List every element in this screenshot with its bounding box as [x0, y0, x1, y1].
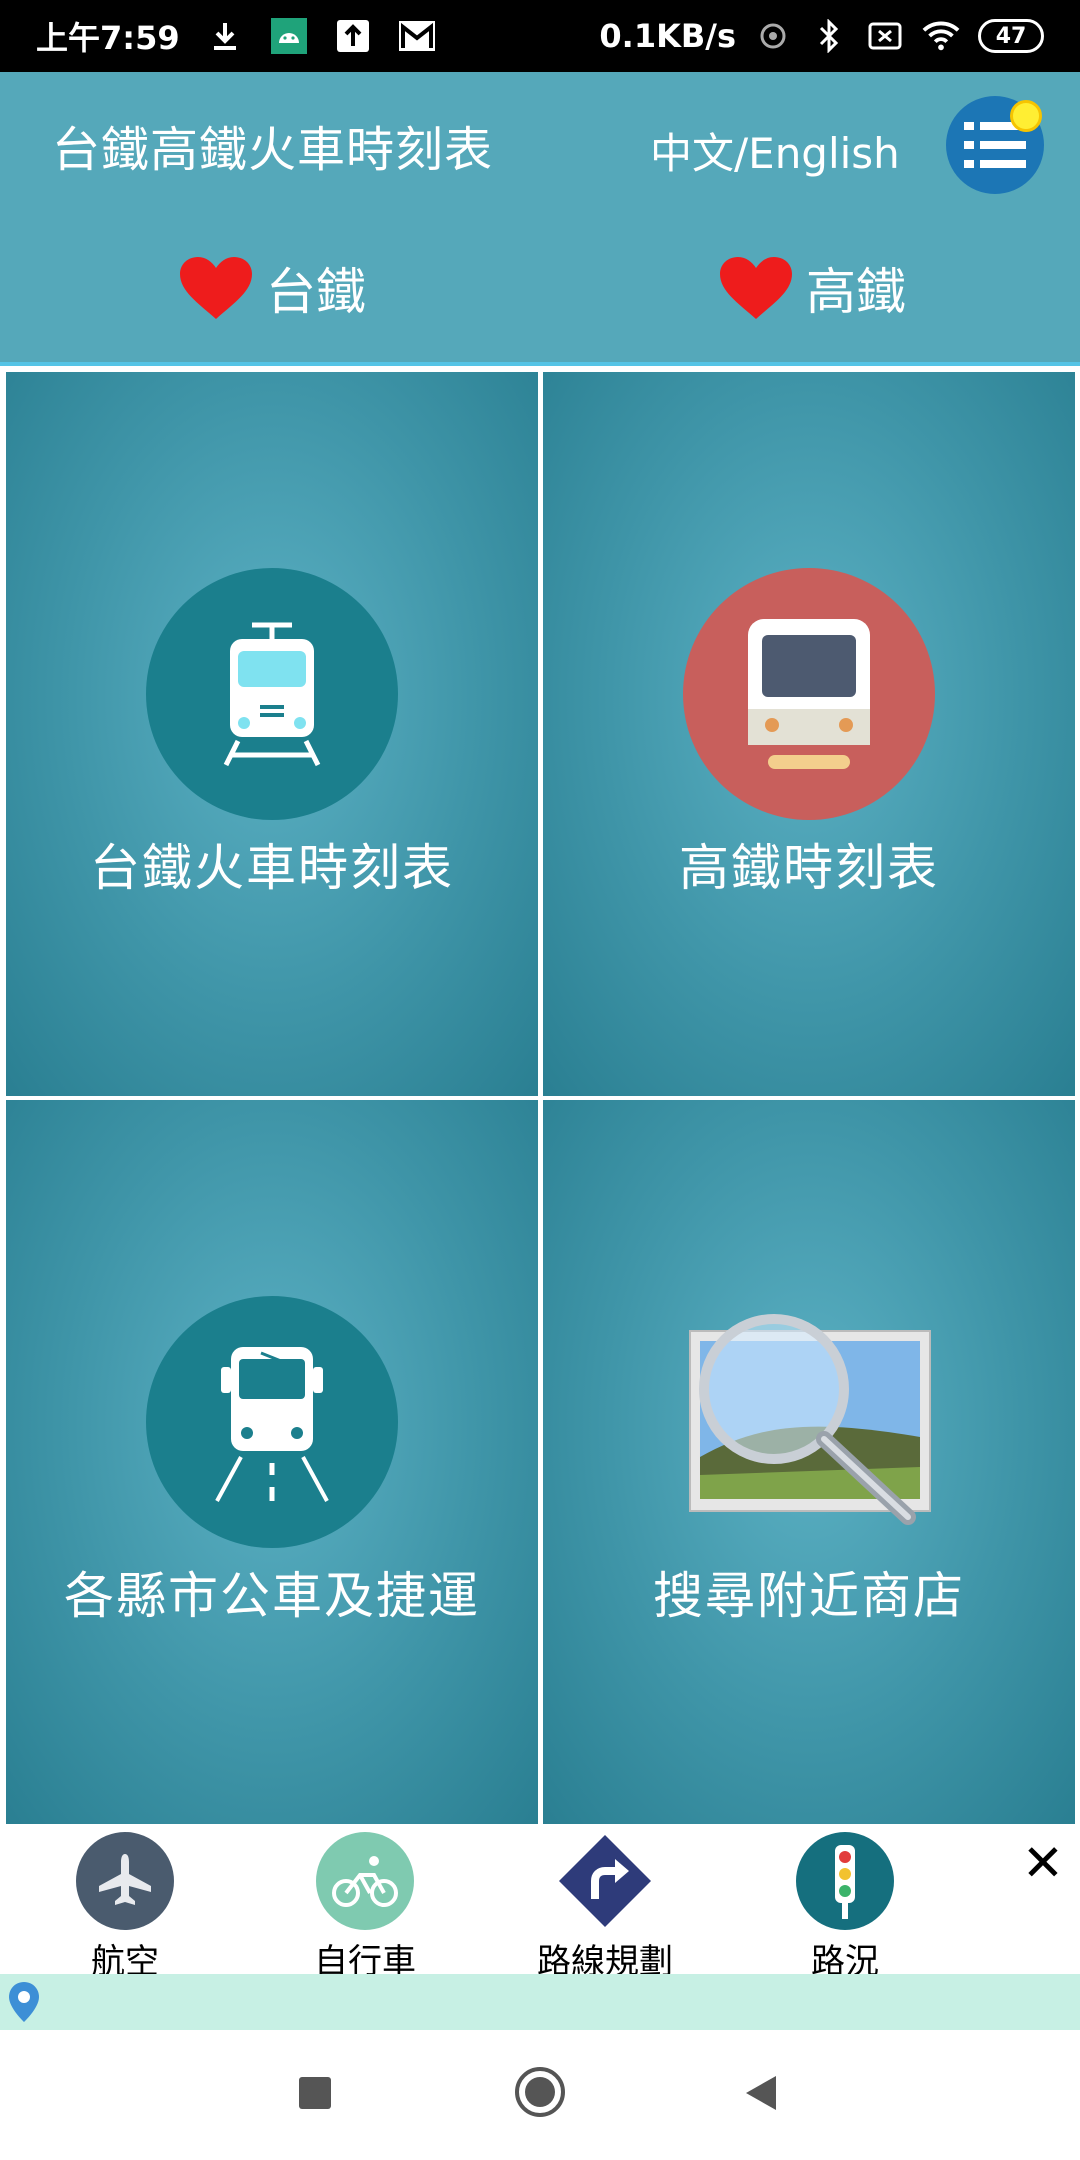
hsr-train-icon: [683, 568, 935, 820]
app-header: 台鐵高鐵火車時刻表 中文/English 台鐵 高鐵: [0, 72, 1080, 364]
net-speed: 0.1KB/s: [599, 17, 736, 55]
header-divider: [0, 362, 1080, 366]
close-quickbar-button[interactable]: ✕: [1022, 1834, 1064, 1892]
bicycle-icon: [316, 1832, 414, 1930]
favorite-label: 高鐵: [806, 263, 906, 321]
gmail-icon: [398, 17, 436, 55]
bus-icon: [146, 1296, 398, 1548]
hotspot-icon: [754, 17, 792, 55]
tile-city-bus-metro[interactable]: 各縣市公車及捷運: [6, 1100, 538, 1824]
quick-link-bicycle[interactable]: 自行車: [265, 1832, 465, 1983]
back-button-icon[interactable]: [744, 2074, 778, 2112]
home-button-icon[interactable]: [514, 2066, 566, 2118]
android-icon: [270, 17, 308, 55]
heart-icon: [180, 257, 252, 319]
tile-label: 台鐵火車時刻表: [90, 839, 454, 897]
status-bar: 上午7:59 0.1KB/s 47: [0, 0, 1080, 72]
location-bar[interactable]: [0, 1974, 1080, 2030]
system-nav-bar: [0, 2030, 1080, 2160]
sim-icon: [866, 17, 904, 55]
quick-links-bar: 航空 自行車 路線規劃 路況 ✕: [0, 1824, 1080, 1982]
favorite-label: 台鐵: [266, 263, 366, 321]
magnifier-photo-icon: [683, 1296, 935, 1548]
tile-label: 高鐵時刻表: [679, 839, 939, 897]
quick-link-route[interactable]: 路線規劃: [505, 1832, 705, 1983]
app-title: 台鐵高鐵火車時刻表: [52, 122, 494, 178]
heart-icon: [720, 257, 792, 319]
battery-indicator: 47: [978, 19, 1044, 53]
download-icon: [206, 17, 244, 55]
tile-tra-timetable[interactable]: 台鐵火車時刻表: [6, 372, 538, 1096]
airplane-icon: [76, 1832, 174, 1930]
tile-label: 搜尋附近商店: [653, 1567, 965, 1625]
location-pin-icon: [9, 1982, 39, 2022]
upload-icon: [334, 17, 372, 55]
recents-button-icon[interactable]: [298, 2076, 332, 2110]
status-time: 上午7:59: [36, 19, 180, 57]
traffic-light-icon: [796, 1832, 894, 1930]
tile-hsr-timetable[interactable]: 高鐵時刻表: [543, 372, 1075, 1096]
main-grid: 台鐵火車時刻表 高鐵時刻表 各縣市公車及捷運 搜尋附近商店: [0, 368, 1080, 1824]
quick-link-traffic[interactable]: 路況: [745, 1832, 945, 1983]
favorite-hsr[interactable]: 高鐵: [718, 252, 906, 324]
tile-label: 各縣市公車及捷運: [64, 1567, 480, 1625]
train-icon: [146, 568, 398, 820]
route-icon: [556, 1832, 654, 1930]
bluetooth-icon: [810, 17, 848, 55]
quick-link-flight[interactable]: 航空: [25, 1832, 225, 1983]
language-toggle[interactable]: 中文/English: [650, 120, 900, 181]
favorite-trtc[interactable]: 台鐵: [178, 252, 366, 324]
tile-nearby-stores[interactable]: 搜尋附近商店: [543, 1100, 1075, 1824]
menu-button[interactable]: [946, 96, 1044, 194]
wifi-icon: [922, 17, 960, 55]
notification-dot: [1010, 100, 1042, 132]
